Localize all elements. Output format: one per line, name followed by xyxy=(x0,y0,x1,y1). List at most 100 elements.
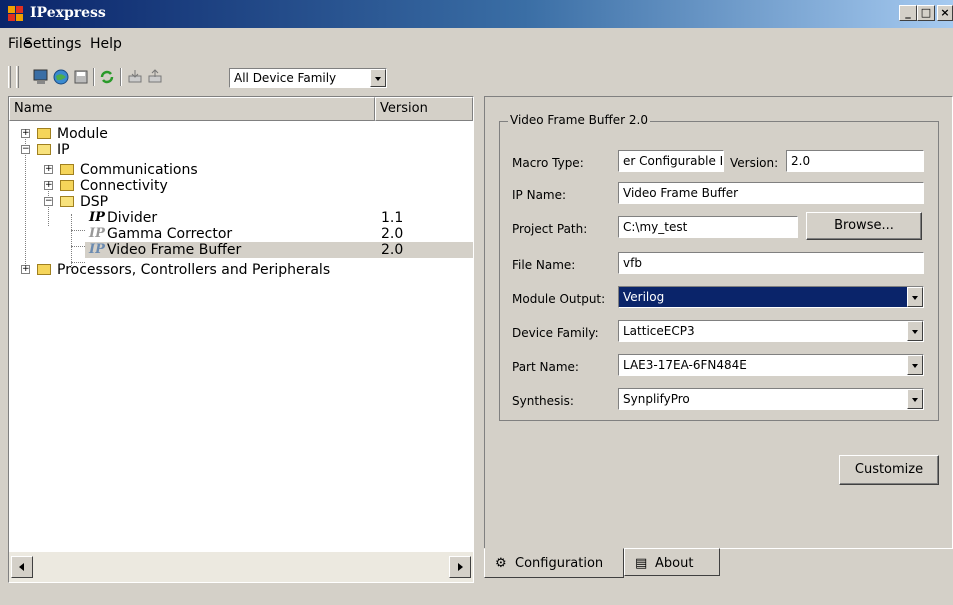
project-path-input[interactable]: C:\my_test xyxy=(618,216,798,238)
part-name-label: Part Name: xyxy=(512,360,579,374)
tree-item-label: Gamma Corrector xyxy=(107,226,233,242)
document-icon: ▤ xyxy=(635,556,648,571)
collapse-icon[interactable]: − xyxy=(21,145,30,154)
gear-icon: ⚙ xyxy=(495,556,507,571)
tree-item-label: Video Frame Buffer xyxy=(107,242,242,258)
tree-item-connectivity[interactable]: + Connectivity xyxy=(9,178,473,194)
project-path-label: Project Path: xyxy=(512,222,588,236)
part-name-select[interactable]: LAE3-17EA-6FN484E xyxy=(618,354,924,376)
toolbar-separator xyxy=(120,68,122,86)
tree-item-version: 2.0 xyxy=(381,226,404,242)
version-value: 2.0 xyxy=(791,154,811,168)
folder-icon xyxy=(37,264,51,275)
tab-about-label: About xyxy=(655,556,694,571)
tree-item-gamma-corrector[interactable]: IP Gamma Corrector 2.0 xyxy=(9,226,473,242)
folder-icon xyxy=(60,180,74,191)
menu-help[interactable]: Help xyxy=(90,36,122,52)
chevron-down-icon[interactable] xyxy=(907,355,923,375)
folder-open-icon xyxy=(37,144,51,155)
ip-tree: + Module − IP + Communications + Connect… xyxy=(9,122,473,552)
browse-button[interactable]: Browse... xyxy=(806,212,922,240)
ip-name-value: Video Frame Buffer xyxy=(623,186,739,200)
tree-item-label: Connectivity xyxy=(80,178,168,194)
tree-item-divider[interactable]: IP Divider 1.1 xyxy=(9,210,473,226)
chevron-down-icon[interactable] xyxy=(370,69,386,87)
tree-item-communications[interactable]: + Communications xyxy=(9,162,473,178)
tree-item-label: Communications xyxy=(80,162,198,178)
toolbar-grip[interactable] xyxy=(8,66,11,88)
column-header-version[interactable]: Version xyxy=(375,97,473,121)
expand-icon[interactable]: + xyxy=(21,129,30,138)
folder-open-icon xyxy=(60,196,74,207)
import-icon[interactable] xyxy=(126,68,144,86)
tree-item-version: 1.1 xyxy=(381,210,404,226)
customize-button[interactable]: Customize xyxy=(839,455,939,485)
chevron-down-icon[interactable] xyxy=(907,389,923,409)
tab-about[interactable]: ▤ About xyxy=(624,548,720,576)
toolbar: All Device Family xyxy=(0,64,953,90)
toolbar-separator xyxy=(93,68,95,86)
folder-icon xyxy=(37,128,51,139)
tree-item-module[interactable]: + Module xyxy=(9,126,473,142)
maximize-button[interactable]: □ xyxy=(917,5,935,21)
expand-icon[interactable]: + xyxy=(44,181,53,190)
minimize-button[interactable]: _ xyxy=(899,5,917,21)
version-field: 2.0 xyxy=(786,150,924,172)
ip-catalog-tree-pane: Name Version + Module − IP + Communicati… xyxy=(8,96,474,583)
tree-item-label: Divider xyxy=(107,210,158,226)
part-name-value: LAE3-17EA-6FN484E xyxy=(623,358,747,372)
folder-icon xyxy=(60,164,74,175)
device-family-filter[interactable]: All Device Family xyxy=(229,68,387,88)
module-output-select[interactable]: Verilog xyxy=(618,286,924,308)
device-family-filter-value: All Device Family xyxy=(234,71,337,85)
module-output-value: Verilog xyxy=(623,290,665,304)
title-bar: IPexpress _ □ × xyxy=(0,0,953,28)
synthesis-select[interactable]: SynplifyPro xyxy=(618,388,924,410)
expand-icon[interactable]: + xyxy=(44,165,53,174)
close-button[interactable]: × xyxy=(937,5,953,21)
column-header-name[interactable]: Name xyxy=(9,97,375,121)
chevron-down-icon[interactable] xyxy=(907,287,923,307)
browse-label: Browse... xyxy=(834,218,894,233)
project-path-value: C:\my_test xyxy=(623,220,688,234)
scroll-left-button[interactable] xyxy=(11,556,33,578)
tree-item-label: Processors, Controllers and Peripherals xyxy=(57,262,331,278)
tab-configuration[interactable]: ⚙ Configuration xyxy=(484,548,624,578)
ip-name-label: IP Name: xyxy=(512,188,567,202)
globe-icon[interactable] xyxy=(52,68,70,86)
ip-core-icon: IP xyxy=(89,210,105,225)
macro-type-field: er Configurable IP xyxy=(618,150,724,172)
collapse-icon[interactable]: − xyxy=(44,197,53,206)
tree-item-version: 2.0 xyxy=(381,242,404,258)
tree-item-label: IP xyxy=(57,142,70,158)
tree-item-video-frame-buffer[interactable]: IP Video Frame Buffer 2.0 xyxy=(85,242,473,258)
ip-core-icon: IP xyxy=(89,226,105,241)
ip-core-icon: IP xyxy=(89,242,105,257)
configuration-pane: Video Frame Buffer 2.0 Macro Type: er Co… xyxy=(484,96,953,549)
computer-icon[interactable] xyxy=(32,68,50,86)
version-label: Version: xyxy=(730,156,779,170)
tree-item-dsp[interactable]: − DSP xyxy=(9,194,473,210)
scroll-right-button[interactable] xyxy=(449,556,471,578)
customize-label: Customize xyxy=(854,462,924,477)
tree-item-label: DSP xyxy=(80,194,109,210)
chevron-down-icon[interactable] xyxy=(907,321,923,341)
disk-icon[interactable] xyxy=(72,68,90,86)
group-title: Video Frame Buffer 2.0 xyxy=(508,113,650,127)
tree-item-processors[interactable]: + Processors, Controllers and Peripheral… xyxy=(9,262,473,278)
device-family-value: LatticeECP3 xyxy=(623,324,695,338)
refresh-icon[interactable] xyxy=(98,68,116,86)
tree-item-label: Module xyxy=(57,126,108,142)
toolbar-grip[interactable] xyxy=(16,66,19,88)
expand-icon[interactable]: + xyxy=(21,265,30,274)
export-icon[interactable] xyxy=(146,68,164,86)
device-family-select[interactable]: LatticeECP3 xyxy=(618,320,924,342)
file-name-input[interactable]: vfb xyxy=(618,252,924,274)
module-output-label: Module Output: xyxy=(512,292,606,306)
tree-item-ip[interactable]: − IP xyxy=(9,142,473,158)
macro-type-label: Macro Type: xyxy=(512,156,584,170)
horizontal-scrollbar[interactable] xyxy=(9,552,473,582)
file-name-value: vfb xyxy=(623,256,642,270)
menu-settings[interactable]: Settings xyxy=(24,36,81,52)
device-family-label: Device Family: xyxy=(512,326,599,340)
